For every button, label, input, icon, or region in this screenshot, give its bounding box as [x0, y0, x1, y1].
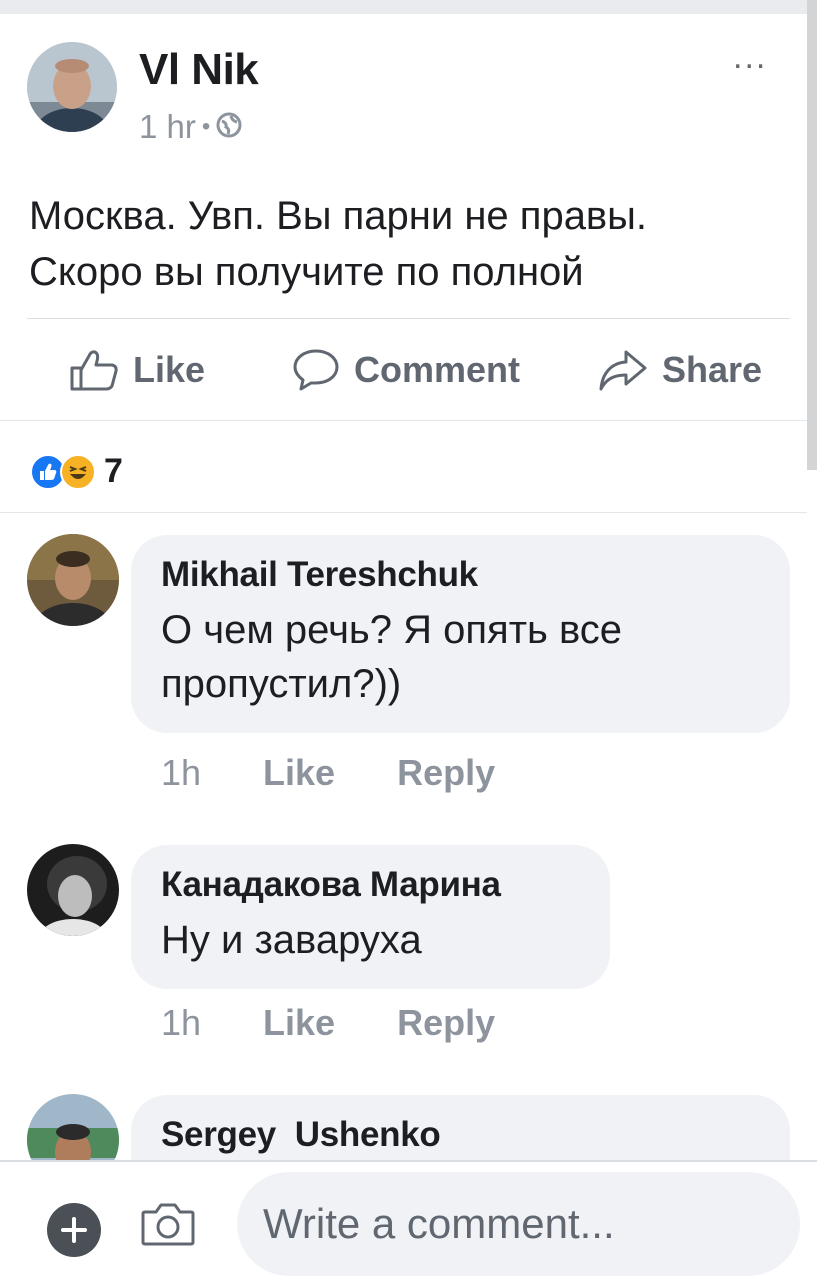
- comment-author[interactable]: Канадакова Марина: [161, 863, 580, 907]
- scrollbar[interactable]: [807, 0, 817, 470]
- post-text-line: Москва. Увп. Вы парни не правы.: [29, 194, 648, 238]
- comment-author[interactable]: Sergey Ushenko: [161, 1113, 760, 1157]
- comment-input[interactable]: Write a comment...: [237, 1172, 800, 1276]
- camera-icon[interactable]: [140, 1200, 196, 1253]
- comment-reply-button[interactable]: Reply: [397, 752, 495, 794]
- reactions-divider: [0, 512, 807, 513]
- comment-text-line: Ну и заваруха: [161, 918, 422, 962]
- post-meta: 1 hr •: [139, 108, 242, 146]
- comment-actions: 1h Like Reply: [161, 1002, 495, 1044]
- haha-reaction-icon: [60, 453, 96, 490]
- commenter-avatar[interactable]: [27, 844, 119, 936]
- actions-divider: [0, 420, 807, 421]
- share-label: Share: [662, 349, 763, 390]
- globe-icon: [216, 108, 242, 146]
- post-divider: [27, 318, 790, 319]
- like-label: Like: [133, 349, 206, 390]
- commenter-avatar[interactable]: [27, 534, 119, 626]
- comment-reply-button[interactable]: Reply: [397, 1002, 495, 1044]
- comment-text-line: О чем речь? Я опять все: [161, 608, 623, 652]
- comment-like-button[interactable]: Like: [263, 1002, 335, 1044]
- share-arrow-icon: [598, 348, 648, 392]
- comment-time[interactable]: 1h: [161, 752, 201, 794]
- post-text-line: Скоро вы получите по полной: [29, 250, 584, 294]
- plus-icon[interactable]: [47, 1203, 101, 1257]
- comment-bubble: Канадакова Марина Ну и заваруха: [131, 845, 610, 989]
- like-button[interactable]: Like: [69, 342, 205, 398]
- comment-time[interactable]: 1h: [161, 1002, 201, 1044]
- comment-button[interactable]: Comment: [292, 342, 520, 398]
- comment-like-button[interactable]: Like: [263, 752, 335, 794]
- comment-text: О чем речь? Я опять все пропустил?)): [161, 603, 760, 711]
- comment-label: Comment: [354, 349, 521, 390]
- reactions-summary[interactable]: 7: [30, 452, 123, 491]
- post-body: Москва. Увп. Вы парни не правы. Скоро вы…: [29, 188, 799, 300]
- comment-bubble: Mikhail Tereshchuk О чем речь? Я опять в…: [131, 535, 790, 733]
- comment-text-line: пропустил?)): [161, 662, 402, 706]
- post-author-name[interactable]: Vl Nik: [139, 45, 259, 95]
- top-strip: [0, 0, 817, 14]
- more-options-button[interactable]: ...: [733, 38, 767, 77]
- reaction-count: 7: [104, 452, 123, 490]
- thumbs-up-icon: [69, 348, 119, 392]
- post-author-avatar[interactable]: [27, 42, 117, 132]
- share-button[interactable]: Share: [598, 342, 762, 398]
- speech-bubble-icon: [292, 347, 340, 393]
- comment-author[interactable]: Mikhail Tereshchuk: [161, 553, 760, 597]
- meta-separator: •: [201, 113, 211, 140]
- comment-text: Ну и заваруха: [161, 913, 580, 967]
- post-time[interactable]: 1 hr: [139, 108, 196, 146]
- comment-actions: 1h Like Reply: [161, 752, 495, 794]
